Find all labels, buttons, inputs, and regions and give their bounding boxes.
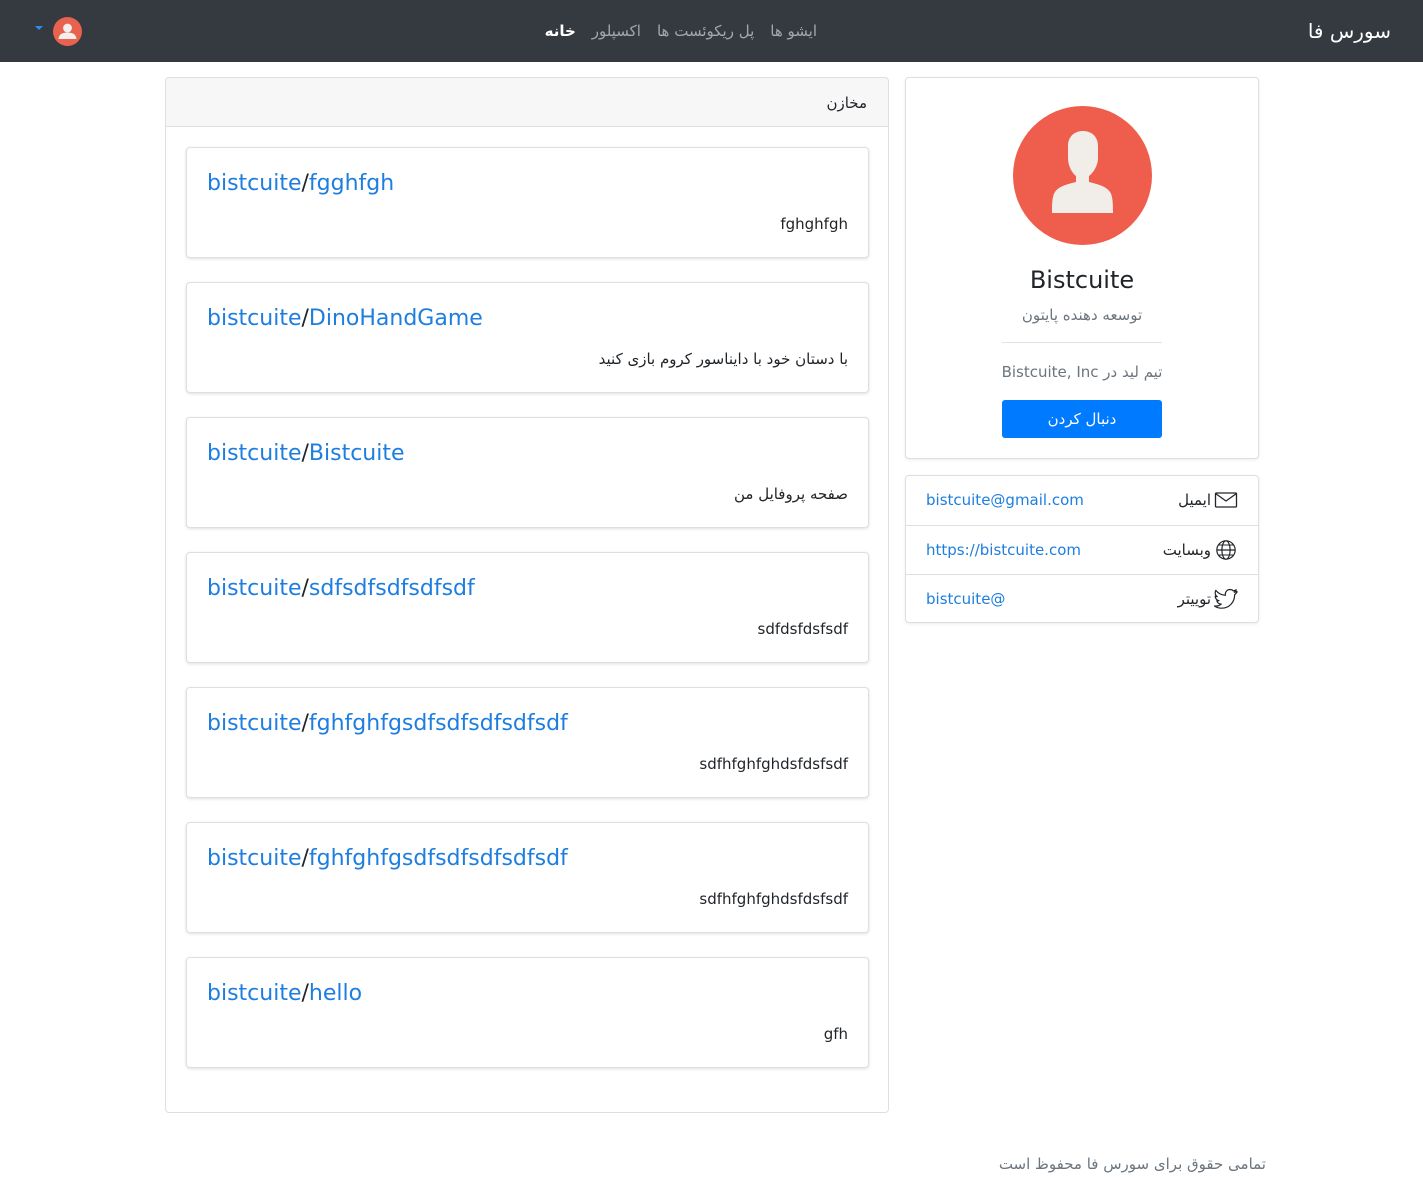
repo-full-name: bistcuite/fgghfgh [207,170,394,198]
contact-value-website[interactable]: https://bistcuite.com [926,540,1081,560]
repo-card: bistcuite/fghfghfgsdfsdfsdfsdfsdf sdfhfg… [186,822,869,933]
twitter-icon [1213,588,1238,610]
contact-row-twitter: توییتر bistcuite@ [906,574,1258,623]
footer-copyright: تمامی حقوق برای سورس فا محفوظ است [998,1155,1266,1173]
nav-link-home[interactable]: خانه [545,20,576,42]
repo-description: sdfhfghfghdsfdsfsdf [699,890,848,908]
follow-button[interactable]: دنبال کردن [1002,400,1162,438]
repo-description: gfh [823,1025,848,1043]
repo-separator: / [301,441,309,466]
profile-bio: توسعه دهنده پایتون [1021,306,1143,324]
repositories-title: مخازن [826,94,867,112]
repo-description: با دستان خود با دایناسور کروم بازی کنید [598,350,848,368]
repo-name-link[interactable]: sdfsdfsdfsdfsdf [309,576,475,601]
repo-description: sdfhfghfghdsfdsfsdf [699,755,848,773]
repo-card: bistcuite/sdfsdfsdfsdfsdf sdfdsfdsfsdf [186,552,869,663]
profile-divider [1002,342,1162,343]
repo-card: bistcuite/fghfghfgsdfsdfsdfsdfsdf sdfhfg… [186,687,869,798]
repo-description: sdfdsfdsfsdf [757,620,848,638]
profile-company: تیم لید در Bistcuite, Inc [1001,363,1163,381]
contact-label-website: وبسایت [1162,541,1211,559]
repo-owner-link[interactable]: bistcuite [207,306,301,331]
profile-name: Bistcuite [1029,266,1135,294]
repo-separator: / [301,981,309,1006]
nav-link-explore[interactable]: اکسپلور [592,20,641,42]
repo-owner-link[interactable]: bistcuite [207,981,301,1006]
repo-description: صفحه پروفایل من [733,485,848,503]
repo-owner-link[interactable]: bistcuite [207,846,301,871]
repo-description: fghghfgh [780,215,848,233]
repo-separator: / [301,711,309,736]
repo-full-name: bistcuite/Bistcuite [207,440,405,468]
contact-label-twitter: توییتر [1177,590,1211,608]
repo-owner-link[interactable]: bistcuite [207,576,301,601]
repo-card: bistcuite/DinoHandGame با دستان خود با د… [186,282,869,393]
repositories-header: مخازن [166,78,888,127]
repo-name-link[interactable]: fghfghfgsdfsdfsdfsdfsdf [309,711,568,736]
repo-full-name: bistcuite/fghfghfgsdfsdfsdfsdfsdf [207,845,568,873]
globe-icon [1214,539,1238,561]
nav-links: خانه اکسپلور پل ریکوئست ها ایشو ها [545,20,817,42]
repo-card: bistcuite/fgghfgh fghghfgh [186,147,869,258]
navbar: سورس فا خانه اکسپلور پل ریکوئست ها ایشو … [0,0,1423,62]
contact-card: ایمیل bistcuite@gmail.com وبسایت https:/… [905,475,1259,623]
user-avatar-icon [1013,106,1152,245]
nav-link-pull-requests[interactable]: پل ریکوئست ها [657,20,754,42]
repo-name-link[interactable]: Bistcuite [309,441,405,466]
repo-name-link[interactable]: fgghfgh [309,171,394,196]
repo-full-name: bistcuite/fghfghfgsdfsdfsdfsdfsdf [207,710,568,738]
envelope-icon [1214,489,1238,511]
repo-separator: / [301,846,309,871]
repo-owner-link[interactable]: bistcuite [207,441,301,466]
caret-down-icon[interactable] [35,26,43,30]
repo-separator: / [301,171,309,196]
contact-value-email[interactable]: bistcuite@gmail.com [926,490,1084,510]
repo-name-link[interactable]: DinoHandGame [309,306,483,331]
contact-label-email: ایمیل [1178,491,1211,509]
repo-full-name: bistcuite/sdfsdfsdfsdfsdf [207,575,475,603]
repo-separator: / [301,306,309,331]
repo-card: bistcuite/hello gfh [186,957,869,1068]
user-avatar-icon[interactable] [53,17,82,46]
repo-owner-link[interactable]: bistcuite [207,711,301,736]
repo-full-name: bistcuite/DinoHandGame [207,305,483,333]
repositories-card: مخازن bistcuite/fgghfgh fghghfgh bistcui… [165,77,889,1113]
contact-row-website: وبسایت https://bistcuite.com [906,525,1258,574]
nav-link-issues[interactable]: ایشو ها [770,20,817,42]
brand-logo[interactable]: سورس فا [1308,18,1391,44]
repo-name-link[interactable]: fghfghfgsdfsdfsdfsdfsdf [309,846,568,871]
profile-card: Bistcuite توسعه دهنده پایتون تیم لید در … [905,77,1259,459]
contact-row-email: ایمیل bistcuite@gmail.com [906,476,1258,525]
repo-owner-link[interactable]: bistcuite [207,171,301,196]
repo-name-link[interactable]: hello [309,981,362,1006]
contact-value-twitter[interactable]: bistcuite@ [926,589,1005,609]
repo-card: bistcuite/Bistcuite صفحه پروفایل من [186,417,869,528]
repo-separator: / [301,576,309,601]
repo-full-name: bistcuite/hello [207,980,362,1008]
